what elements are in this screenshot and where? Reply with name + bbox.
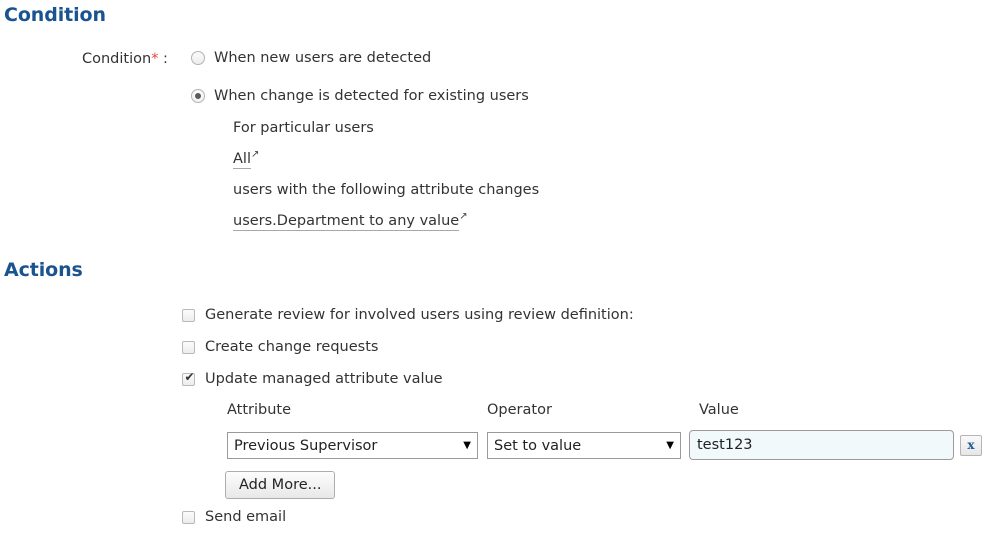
checkbox-label-generate-review: Generate review for involved users using… (205, 307, 634, 323)
chevron-down-icon: ▼ (463, 441, 471, 451)
checkbox-row-create-change-requests[interactable]: Create change requests (182, 339, 378, 355)
condition-section-heading: Condition (4, 4, 106, 26)
checkbox-icon-generate-review[interactable] (182, 309, 195, 322)
checkbox-row-generate-review[interactable]: Generate review for involved users using… (182, 307, 634, 323)
radio-option-new-users[interactable]: When new users are detected (191, 50, 431, 66)
condition-label-colon: : (158, 51, 168, 67)
radio-label-new-users: When new users are detected (214, 50, 431, 66)
external-link-icon: ↗ (459, 211, 467, 222)
condition-scope-link[interactable]: All (233, 151, 251, 169)
checkbox-icon-send-email[interactable] (182, 511, 195, 524)
column-header-value: Value (699, 402, 739, 418)
external-link-icon: ↗ (251, 149, 259, 160)
attribute-select-value: Previous Supervisor (234, 438, 457, 454)
delete-row-button[interactable]: x (960, 435, 982, 456)
radio-icon-existing-users[interactable] (191, 89, 205, 103)
condition-attribute-change-link[interactable]: users.Department to any value (233, 213, 459, 231)
add-more-button[interactable]: Add More... (225, 471, 335, 499)
checkbox-label-update-managed-attribute: Update managed attribute value (205, 371, 443, 387)
column-header-attribute: Attribute (227, 402, 291, 418)
condition-users-with-changes-text: users with the following attribute chang… (233, 182, 539, 198)
condition-attribute-change-link-wrapper: users.Department to any value↗ (233, 213, 468, 229)
actions-section-heading: Actions (4, 259, 83, 281)
checkbox-icon-update-managed-attribute[interactable] (182, 373, 195, 386)
radio-icon-new-users[interactable] (191, 51, 205, 65)
operator-select[interactable]: Set to value ▼ (487, 432, 681, 459)
checkbox-label-send-email: Send email (205, 509, 286, 525)
radio-option-existing-users[interactable]: When change is detected for existing use… (191, 88, 529, 104)
condition-field-label: Condition* : (82, 51, 168, 67)
condition-field-label-text: Condition (82, 51, 151, 67)
checkbox-row-send-email[interactable]: Send email (182, 509, 286, 525)
column-header-operator: Operator (487, 402, 552, 418)
radio-label-existing-users: When change is detected for existing use… (214, 88, 529, 104)
chevron-down-icon: ▼ (666, 441, 674, 451)
condition-for-particular-users-text: For particular users (233, 120, 374, 136)
checkbox-row-update-managed-attribute[interactable]: Update managed attribute value (182, 371, 443, 387)
checkbox-icon-create-change-requests[interactable] (182, 341, 195, 354)
attribute-select[interactable]: Previous Supervisor ▼ (227, 432, 478, 459)
operator-select-value: Set to value (494, 438, 660, 454)
condition-scope-link-wrapper: All↗ (233, 151, 259, 167)
value-input[interactable] (689, 430, 954, 460)
checkbox-label-create-change-requests: Create change requests (205, 339, 378, 355)
